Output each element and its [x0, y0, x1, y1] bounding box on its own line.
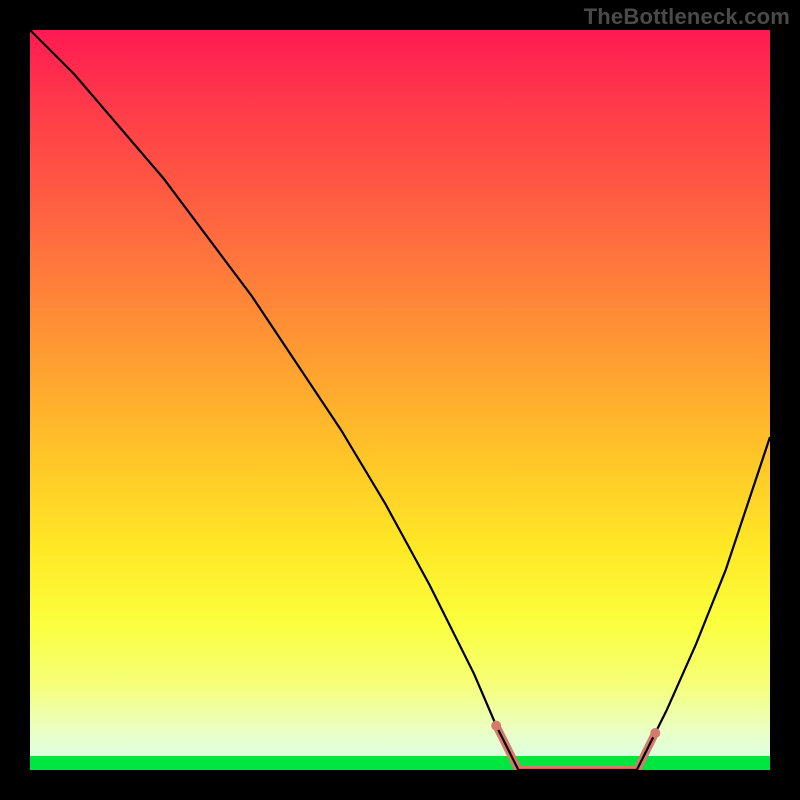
highlight-dot-0: [491, 721, 501, 731]
series-bottleneck-curve-left: [30, 30, 518, 770]
plot-area: [30, 30, 770, 770]
chart-frame: TheBottleneck.com: [0, 0, 800, 800]
watermark-text: TheBottleneck.com: [584, 4, 790, 30]
curve-layer: [30, 30, 770, 770]
curve-group: [30, 30, 770, 770]
dot-group: [491, 721, 660, 738]
series-bottleneck-curve-right: [637, 437, 770, 770]
highlight-group: [496, 726, 655, 770]
highlight-dot-1: [650, 728, 660, 738]
